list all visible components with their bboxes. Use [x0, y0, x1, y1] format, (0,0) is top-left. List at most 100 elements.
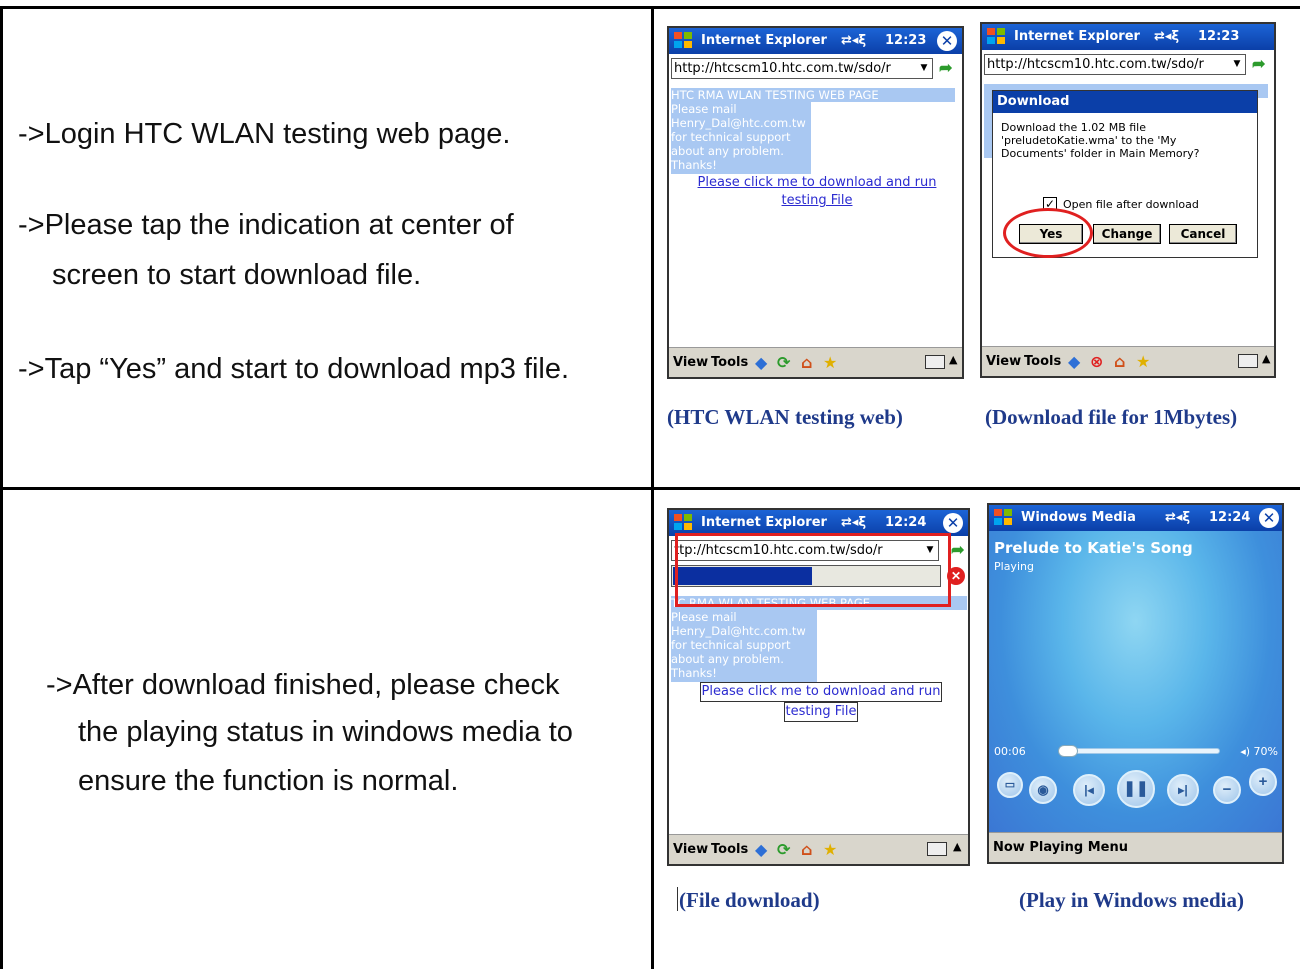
connectivity-icon[interactable]: ⇄◂ξ — [1165, 510, 1190, 525]
download-link-line2: testing File — [783, 702, 859, 722]
windows-start-icon[interactable] — [987, 28, 1007, 46]
favorites-icon[interactable]: ★ — [1136, 352, 1150, 371]
app-title: Internet Explorer — [701, 33, 827, 48]
instruction-after-download-cont2: ensure the function is normal. — [78, 765, 459, 797]
go-arrow-icon[interactable]: ➦ — [951, 540, 964, 560]
playback-status: Playing — [994, 560, 1034, 573]
volume-value: 70% — [1253, 745, 1278, 758]
title-bar: Windows Media ⇄◂ξ 12:24 ✕ — [989, 505, 1282, 531]
address-bar[interactable]: http://htcscm10.htc.com.tw/sdo/r ▼ — [984, 54, 1246, 75]
menu-view[interactable]: View — [986, 354, 1021, 369]
chevron-up-icon[interactable]: ▲ — [949, 353, 957, 366]
instruction-tap-indication-cont: screen to start download file. — [52, 259, 422, 291]
menu-tools[interactable]: Tools — [711, 842, 748, 857]
bottom-menu-bar: View Tools ◆ ⊗ ⌂ ★ ▲ — [982, 346, 1274, 376]
address-url: http://htcscm10.htc.com.tw/sdo/r — [987, 57, 1204, 72]
back-icon[interactable]: ◆ — [755, 840, 767, 859]
download-link[interactable]: Please click me to download and run test… — [679, 174, 955, 210]
instruction-tap-yes: ->Tap “Yes” and start to download mp3 fi… — [18, 353, 570, 385]
clock: 12:24 — [1209, 510, 1251, 525]
chevron-up-icon[interactable]: ▲ — [953, 840, 961, 853]
back-icon[interactable]: ◆ — [1068, 352, 1080, 371]
pause-icon[interactable]: ❚❚ — [1117, 770, 1155, 808]
address-bar[interactable]: http://htcscm10.htc.com.tw/sdo/r ▼ — [671, 58, 933, 79]
text-cursor — [677, 887, 678, 911]
address-url: http://htcscm10.htc.com.tw/sdo/r — [674, 61, 891, 76]
dialog-message: Download the 1.02 MB file 'preludetoKati… — [1001, 121, 1200, 160]
download-link[interactable]: Please click me to download and run test… — [679, 682, 963, 722]
chevron-down-icon[interactable]: ▼ — [1229, 55, 1245, 74]
menu-tools[interactable]: Tools — [1024, 354, 1061, 369]
bottom-menu-bar: View Tools ◆ ⟳ ⌂ ★ ▲ — [669, 834, 968, 864]
clock: 12:24 — [885, 515, 927, 530]
seek-bar[interactable] — [1058, 745, 1220, 757]
download-link-line2: testing File — [781, 193, 853, 208]
connectivity-icon[interactable]: ⇄◂ξ — [841, 33, 866, 48]
cancel-button[interactable]: Cancel — [1169, 224, 1237, 244]
menu-tools[interactable]: Tools — [711, 355, 748, 370]
windows-start-icon[interactable] — [994, 509, 1014, 527]
table-border-mid — [0, 487, 1300, 490]
instruction-after-download-cont1: the playing status in windows media to — [78, 716, 573, 748]
go-arrow-icon[interactable]: ➦ — [939, 58, 952, 78]
keyboard-icon[interactable] — [1238, 354, 1258, 368]
media-player-skin: Prelude to Katie's Song Playing 00:06 ◂)… — [989, 531, 1282, 832]
volume-level: ◂) 70% — [1240, 745, 1278, 758]
instruction-tap-indication: ->Please tap the indication at center of — [18, 209, 514, 241]
instruction-after-download: ->After download finished, please check — [46, 669, 560, 701]
windows-start-icon[interactable] — [674, 514, 694, 532]
connectivity-icon[interactable]: ⇄◂ξ — [1154, 29, 1179, 44]
table-border-divider — [651, 6, 654, 969]
change-button[interactable]: Change — [1093, 224, 1161, 244]
page-heading: HTC RMA WLAN TESTING WEB PAGE — [671, 88, 955, 102]
close-icon[interactable]: ✕ — [937, 31, 957, 51]
table-border-top — [0, 6, 1300, 9]
song-title: Prelude to Katie's Song — [994, 539, 1193, 557]
chevron-up-icon[interactable]: ▲ — [1262, 352, 1270, 365]
table-border-left — [0, 6, 3, 969]
globe-icon[interactable]: ◉ — [1029, 776, 1057, 804]
favorites-icon[interactable]: ★ — [823, 353, 837, 372]
refresh-icon[interactable]: ⟳ — [777, 840, 790, 859]
now-playing-menu[interactable]: Now Playing Menu — [993, 840, 1128, 855]
keyboard-icon[interactable] — [925, 355, 945, 369]
menu-view[interactable]: View — [673, 355, 708, 370]
speaker-icon: ◂) — [1240, 745, 1254, 758]
playback-controls: ▭ ◉ |◂ ❚❚ ▸| − + — [989, 768, 1282, 808]
connectivity-icon[interactable]: ⇄◂ξ — [841, 515, 866, 530]
go-arrow-icon[interactable]: ➦ — [1252, 54, 1265, 74]
volume-up-icon[interactable]: + — [1249, 768, 1277, 796]
close-icon[interactable]: ✕ — [1259, 508, 1279, 528]
volume-down-icon[interactable]: − — [1213, 776, 1241, 804]
caption-file-download: (File download) — [679, 888, 820, 912]
next-track-icon[interactable]: ▸| — [1167, 774, 1199, 806]
previous-track-icon[interactable]: |◂ — [1073, 774, 1105, 806]
seek-thumb[interactable] — [1058, 745, 1078, 757]
download-link-line1: Please click me to download and run — [699, 682, 943, 702]
app-title: Internet Explorer — [1014, 29, 1140, 44]
keyboard-icon[interactable] — [927, 842, 947, 856]
chevron-down-icon[interactable]: ▼ — [916, 59, 932, 78]
title-bar: Internet Explorer ⇄◂ξ 12:23 — [982, 24, 1274, 50]
instruction-login: ->Login HTC WLAN testing web page. — [18, 118, 511, 150]
playlist-icon[interactable]: ▭ — [997, 772, 1023, 798]
refresh-icon[interactable]: ⟳ — [777, 353, 790, 372]
title-bar: Internet Explorer ⇄◂ξ 12:23 ✕ — [669, 28, 962, 54]
back-icon[interactable]: ◆ — [755, 353, 767, 372]
page-contact-text: Please mail Henry_Dal@htc.com.tw for tec… — [671, 610, 817, 682]
screenshot-ie-testing-web: Internet Explorer ⇄◂ξ 12:23 ✕ http://htc… — [667, 26, 964, 379]
home-icon[interactable]: ⌂ — [1114, 352, 1125, 371]
home-icon[interactable]: ⌂ — [801, 840, 812, 859]
bottom-menu-bar: Now Playing Menu — [989, 832, 1282, 862]
stop-icon[interactable]: ⊗ — [1090, 352, 1103, 371]
clock: 12:23 — [1198, 29, 1240, 44]
home-icon[interactable]: ⌂ — [801, 353, 812, 372]
windows-start-icon[interactable] — [674, 32, 694, 50]
favorites-icon[interactable]: ★ — [823, 840, 837, 859]
yes-highlight-ring — [1003, 208, 1093, 258]
open-after-download-label: Open file after download — [1063, 198, 1199, 211]
caption-play-windows-media: (Play in Windows media) — [1019, 888, 1245, 912]
close-icon[interactable]: ✕ — [943, 513, 963, 533]
menu-view[interactable]: View — [673, 842, 708, 857]
bottom-menu-bar: View Tools ◆ ⟳ ⌂ ★ ▲ — [669, 347, 962, 377]
